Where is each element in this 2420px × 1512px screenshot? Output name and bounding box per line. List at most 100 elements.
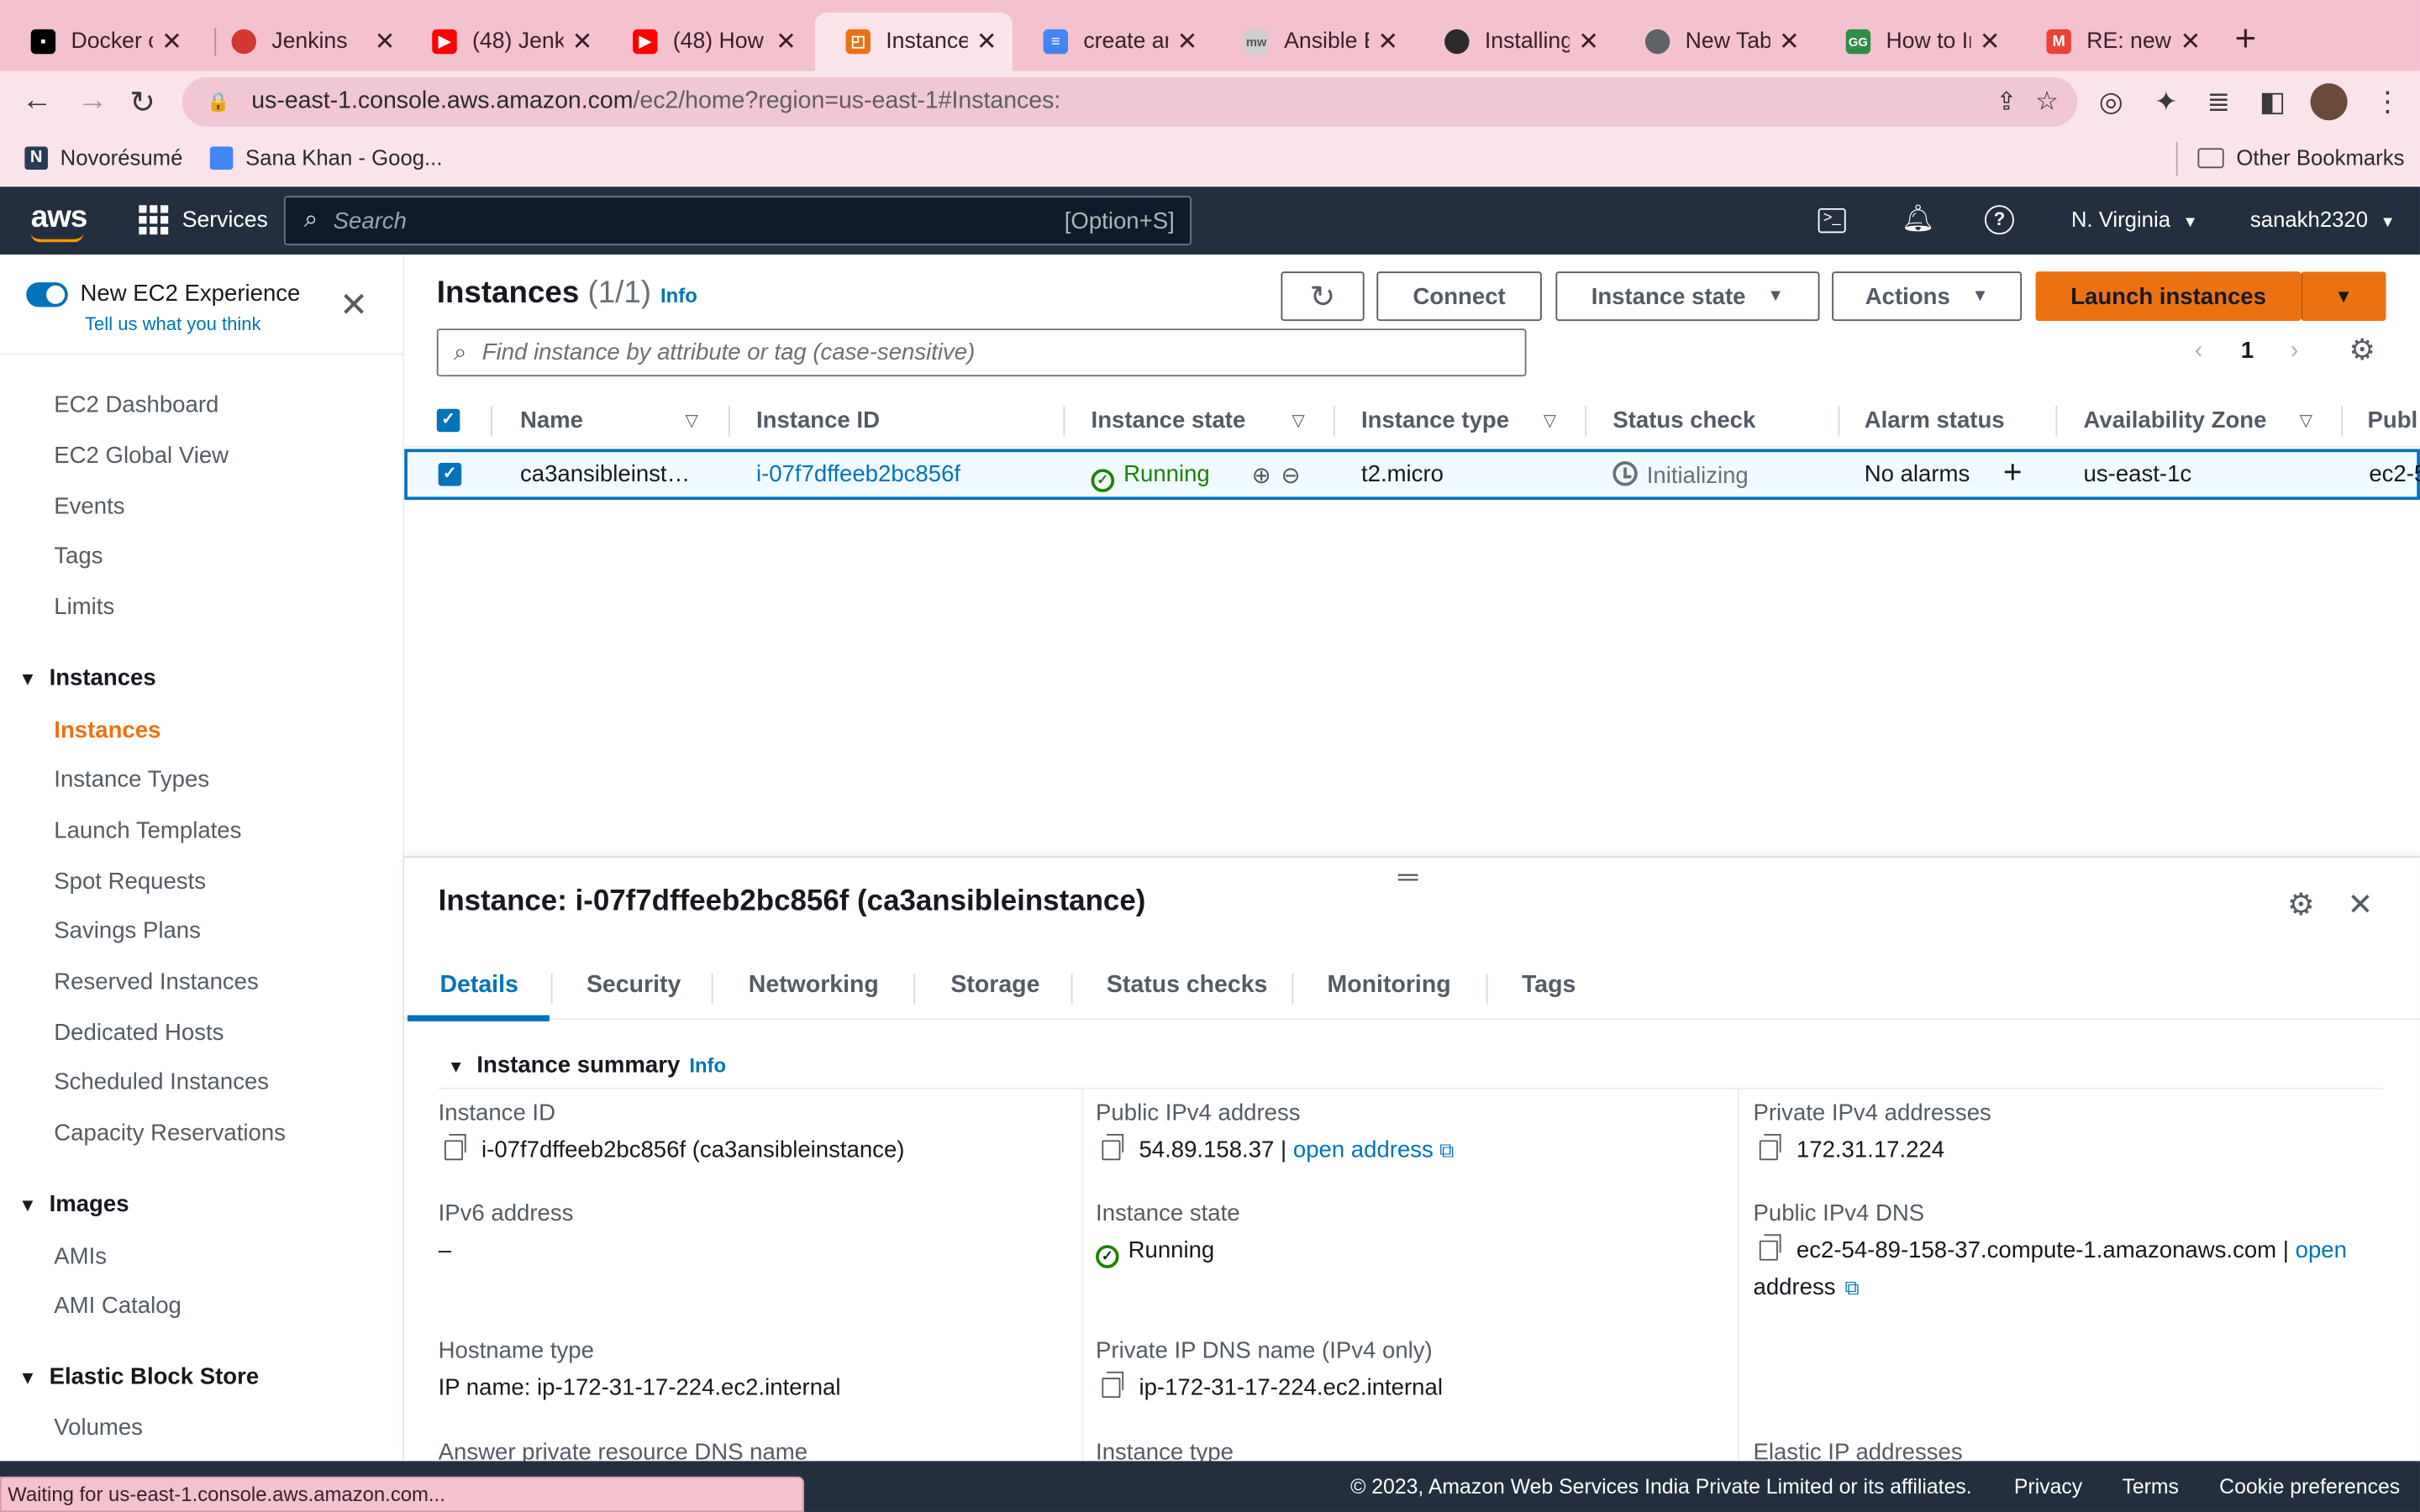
other-bookmarks[interactable]: Other Bookmarks — [2197, 145, 2404, 170]
browser-tab[interactable]: New Tab ✕ — [1614, 13, 1815, 71]
sidebar-section-instances[interactable]: ▼ Instances — [18, 665, 156, 691]
cookie-preferences-link[interactable]: Cookie preferences — [2219, 1475, 2400, 1499]
copy-icon[interactable] — [1102, 1371, 1124, 1399]
instance-summary-header[interactable]: ▼ Instance summary Info — [448, 1053, 726, 1079]
close-sidebar-icon[interactable]: ✕ — [339, 286, 368, 326]
column-header-name[interactable]: Name — [520, 407, 583, 433]
sort-icon[interactable]: ▽ — [2300, 411, 2313, 430]
external-link-icon[interactable]: ⧉ — [1845, 1276, 1860, 1299]
column-header-availability-zone[interactable]: Availability Zone — [2084, 407, 2267, 433]
info-link[interactable]: Info — [689, 1053, 726, 1077]
new-tab-icon[interactable]: + — [2235, 18, 2257, 61]
launch-dropdown-button[interactable]: ▼ — [2301, 271, 2386, 322]
forward-icon[interactable]: → — [77, 83, 108, 118]
aws-logo[interactable]: aws — [30, 201, 87, 243]
table-settings-icon[interactable]: ⚙ — [2349, 333, 2375, 369]
panel-settings-icon[interactable]: ⚙ — [2287, 885, 2315, 924]
column-header-status-check[interactable]: Status check — [1612, 407, 1755, 433]
info-link[interactable]: Info — [660, 284, 697, 307]
cell-instance-id-link[interactable]: i-07f7dffeeb2bc856f — [756, 461, 960, 487]
sidebar-item-instances[interactable]: Instances — [54, 717, 160, 743]
sidebar-item-amis[interactable]: AMIs — [54, 1243, 107, 1269]
bookmark-novoresume[interactable]: N Novorésumé — [24, 145, 182, 170]
tab-storage[interactable]: Storage — [950, 972, 1039, 1000]
open-address-link[interactable]: open address — [1293, 1137, 1434, 1163]
browser-tab[interactable]: M RE: new c✕ — [2016, 13, 2217, 71]
tab-status-checks[interactable]: Status checks — [1107, 972, 1267, 1000]
connect-button[interactable]: Connect — [1376, 271, 1542, 322]
account-menu[interactable]: sanakh2320 ▼ — [2250, 207, 2396, 231]
browser-tab[interactable]: GG How to In✕ — [1815, 13, 2016, 71]
actions-dropdown[interactable]: Actions ▼ — [1832, 271, 2023, 322]
zoom-in-icon[interactable]: ⊕ — [1252, 461, 1271, 489]
refresh-button[interactable]: ↻ — [1281, 271, 1365, 322]
share-icon[interactable]: ⇪ — [1996, 87, 2017, 118]
media-control-icon[interactable]: ≣ — [2207, 87, 2230, 119]
new-experience-toggle[interactable] — [26, 282, 68, 307]
close-tab-icon[interactable]: ✕ — [1377, 26, 1398, 57]
column-header-instance-state[interactable]: Instance state — [1092, 407, 1246, 433]
tab-security[interactable]: Security — [587, 972, 681, 1000]
copy-icon[interactable] — [1759, 1234, 1781, 1261]
open-address-link[interactable]: address ⧉ — [1753, 1274, 1859, 1300]
close-tab-icon[interactable]: ✕ — [1578, 26, 1599, 57]
terms-link[interactable]: Terms — [2122, 1475, 2178, 1499]
browser-tab[interactable]: Installing ✕ — [1413, 13, 1614, 71]
services-menu[interactable]: Services — [139, 205, 268, 235]
reload-icon[interactable]: ↻ — [129, 83, 155, 122]
tab-monitoring[interactable]: Monitoring — [1328, 972, 1451, 1000]
back-icon[interactable]: ← — [22, 83, 53, 118]
grammarly-icon[interactable]: ◎ — [2099, 87, 2123, 119]
sidebar-item-spot-requests[interactable]: Spot Requests — [54, 869, 206, 895]
sidebar-item-events[interactable]: Events — [54, 494, 124, 520]
sort-icon[interactable]: ▽ — [1292, 411, 1305, 430]
tab-details[interactable]: Details — [439, 972, 518, 1000]
tab-tags[interactable]: Tags — [1522, 972, 1576, 1000]
column-header-instance-type[interactable]: Instance type — [1361, 407, 1509, 433]
bookmark-star-icon[interactable]: ☆ — [2035, 87, 2059, 118]
row-checkbox[interactable]: ✓ — [438, 463, 462, 486]
feedback-link[interactable]: Tell us what you think — [85, 313, 260, 335]
select-all-checkbox[interactable]: ✓ — [436, 408, 460, 433]
column-header-alarm-status[interactable]: Alarm status — [1865, 407, 2005, 433]
notifications-bell-icon[interactable]: 🔔︎ — [1902, 203, 1935, 234]
external-link-icon[interactable]: ⧉ — [1439, 1138, 1454, 1162]
sidebar-item-dedicated-hosts[interactable]: Dedicated Hosts — [54, 1020, 224, 1046]
sidebar-item-reserved-instances[interactable]: Reserved Instances — [54, 969, 259, 995]
browser-tab[interactable]: Jenkins ✕ — [201, 13, 411, 71]
bookmark-google-doc[interactable]: Sana Khan - Goog... — [209, 145, 442, 170]
copy-icon[interactable] — [1102, 1133, 1124, 1161]
column-header-instance-id[interactable]: Instance ID — [756, 407, 880, 433]
instance-state-dropdown[interactable]: Instance state ▼ — [1555, 271, 1820, 322]
next-page-icon[interactable]: › — [2291, 338, 2299, 365]
privacy-link[interactable]: Privacy — [2014, 1475, 2082, 1499]
browser-menu-icon[interactable]: ⋮ — [2374, 87, 2402, 119]
browser-tab[interactable]: mw Ansible E✕ — [1213, 13, 1414, 71]
help-icon[interactable]: ? — [1984, 205, 2014, 235]
sidebar-item-ec2-global-view[interactable]: EC2 Global View — [54, 443, 229, 469]
close-tab-icon[interactable]: ✕ — [1980, 26, 2001, 57]
browser-tab-active[interactable]: ◰ Instances✕ — [814, 12, 1013, 71]
page-number[interactable]: 1 — [2241, 338, 2254, 364]
browser-tab[interactable]: ▶ (48) How ✕ — [602, 13, 812, 71]
close-panel-icon[interactable]: ✕ — [2348, 885, 2374, 924]
zoom-out-icon[interactable]: ⊖ — [1281, 461, 1300, 489]
sidebar-item-instance-types[interactable]: Instance Types — [54, 767, 209, 793]
tab-networking[interactable]: Networking — [749, 972, 879, 1000]
close-tab-icon[interactable]: ✕ — [572, 26, 593, 57]
prev-page-icon[interactable]: ‹ — [2195, 338, 2203, 365]
sidebar-item-capacity-reservations[interactable]: Capacity Reservations — [54, 1120, 286, 1146]
browser-tab[interactable]: ▪ Docker co✕ — [0, 13, 197, 71]
sidebar-item-savings-plans[interactable]: Savings Plans — [54, 918, 201, 944]
address-bar[interactable]: 🔒 us-east-1.console.aws.amazon.com/ec2/h… — [182, 76, 2078, 127]
sidebar-item-scheduled-instances[interactable]: Scheduled Instances — [54, 1069, 269, 1095]
open-address-link[interactable]: open — [2296, 1237, 2347, 1263]
sidebar-item-launch-templates[interactable]: Launch Templates — [54, 817, 241, 843]
instance-filter-input[interactable]: ⌕ Find instance by attribute or tag (cas… — [436, 328, 1527, 377]
close-tab-icon[interactable]: ✕ — [2181, 26, 2202, 57]
sidebar-item-tags[interactable]: Tags — [54, 543, 103, 570]
sidebar-item-volumes[interactable]: Volumes — [54, 1415, 143, 1441]
extensions-icon[interactable]: ✦ — [2154, 87, 2178, 119]
region-selector[interactable]: N. Virginia ▼ — [2071, 207, 2198, 231]
sort-icon[interactable]: ▽ — [1544, 411, 1557, 430]
